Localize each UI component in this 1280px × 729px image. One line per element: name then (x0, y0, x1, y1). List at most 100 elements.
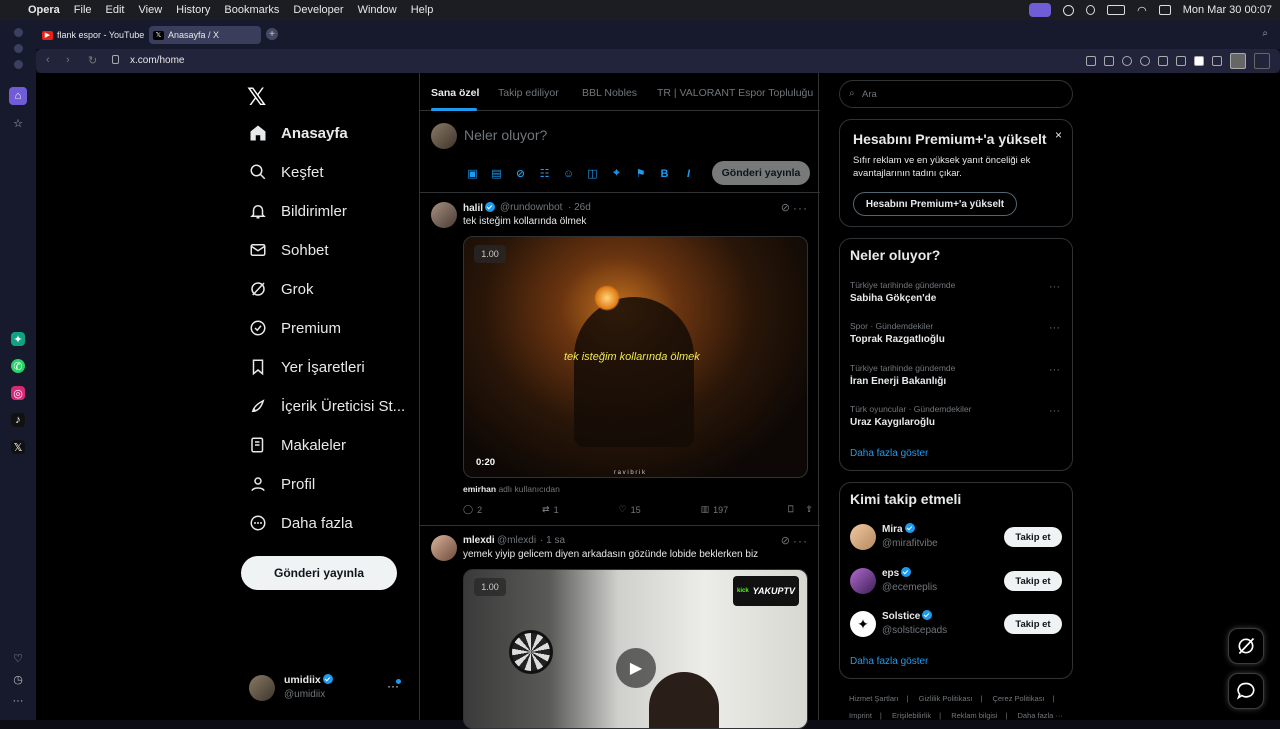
menu-history[interactable]: History (176, 4, 210, 16)
footer-link[interactable]: Erişilebilirlik (892, 711, 931, 720)
nav-grok[interactable]: Grok (249, 274, 314, 304)
tweet-time[interactable]: · 26d (568, 202, 591, 213)
tweet-author[interactable]: halil (463, 203, 483, 214)
user-icon[interactable] (1086, 5, 1096, 15)
instagram-icon[interactable]: ◎ (11, 386, 25, 400)
grok-explain-icon[interactable]: ⊘ (781, 534, 790, 547)
suggestion-name[interactable]: eps (882, 568, 899, 579)
composer-input[interactable]: Neler oluyor? (464, 127, 547, 143)
play-icon[interactable]: ▶ (616, 648, 656, 688)
tweet[interactable]: halil @rundownbot · 26d ⊘ ··· tek isteği… (420, 193, 820, 526)
easy-setup-icon[interactable] (1254, 53, 1270, 69)
extension-icon[interactable] (1194, 56, 1204, 66)
image-icon[interactable]: ▣ (466, 167, 479, 180)
who-to-follow-show-more-link[interactable]: Daha fazla göster (850, 656, 928, 667)
close-icon[interactable]: × (1055, 128, 1062, 142)
schedule-icon[interactable]: ◫ (586, 167, 599, 180)
speed-dial-home-icon[interactable]: ⌂ (9, 87, 27, 105)
tweet-handle[interactable]: @mlexdi (497, 535, 536, 546)
trend-more-icon[interactable]: ··· (1049, 322, 1060, 334)
control-center-icon[interactable] (1158, 5, 1171, 15)
suggestion-name[interactable]: Mira (882, 524, 903, 535)
views-button[interactable]: ▥ 197 (701, 504, 729, 515)
like-button[interactable]: ♡ 15 (619, 504, 641, 515)
footer-link[interactable]: Gizlilik Politikası (919, 694, 973, 703)
gif-icon[interactable]: ▤ (490, 167, 503, 180)
footer-link[interactable]: Çerez Politikası (992, 694, 1044, 703)
nav-profile[interactable]: Profil (249, 469, 315, 499)
battery-icon[interactable] (1107, 5, 1126, 15)
menu-help[interactable]: Help (411, 4, 434, 16)
new-tab-button[interactable]: + (266, 28, 278, 40)
trend-item[interactable]: Uraz Kaygılaroğlu (850, 417, 935, 428)
poll-icon[interactable]: ☷ (538, 167, 551, 180)
tweet-more-icon[interactable]: ··· (793, 201, 808, 215)
tweet-video[interactable]: 1.00 tek isteğim kollarında ölmek 0:20 r… (463, 236, 808, 478)
nav-creator-studio[interactable]: İçerik Üreticisi St... (249, 391, 405, 421)
search-input[interactable]: Ara (862, 89, 877, 100)
tweet-time[interactable]: · 1 sa (540, 535, 565, 546)
tweet-more-icon[interactable]: ··· (793, 534, 808, 548)
post-button[interactable]: Gönderi yayınla (241, 556, 397, 590)
menu-window[interactable]: Window (358, 4, 397, 16)
trend-item[interactable]: Sabiha Gökçen'de (850, 293, 936, 304)
nav-premium[interactable]: Premium (249, 313, 341, 343)
menu-lines-icon[interactable] (1212, 56, 1222, 66)
menu-developer[interactable]: Developer (293, 4, 343, 16)
grok-float-button[interactable] (1228, 628, 1264, 664)
trends-show-more-link[interactable]: Daha fazla göster (850, 448, 928, 459)
follow-button[interactable]: Takip et (1004, 527, 1062, 547)
shield-icon[interactable] (1122, 56, 1132, 66)
tweet[interactable]: mlexdi @mlexdi · 1 sa ⊘ ··· yemek yiyip … (420, 526, 820, 729)
heart-icon[interactable]: ♡ (9, 649, 27, 667)
tagged-user[interactable]: emirhan (463, 484, 496, 494)
menu-edit[interactable]: Edit (106, 4, 125, 16)
x-logo-icon[interactable]: 𝕏 (247, 83, 277, 111)
italic-icon[interactable]: I (682, 167, 695, 180)
trend-item[interactable]: Toprak Razgatlıoğlu (850, 334, 945, 345)
avatar[interactable] (431, 202, 457, 228)
bookmark-star-icon[interactable]: ☆ (9, 114, 27, 132)
nav-articles[interactable]: Makaleler (249, 430, 346, 460)
trend-more-icon[interactable]: ··· (1049, 281, 1060, 293)
avatar[interactable] (850, 568, 876, 594)
tab-youtube[interactable]: ▶ flank espor - YouTube (38, 26, 146, 44)
bookmark-icon[interactable]: ⎕ (788, 504, 793, 515)
grok-explain-icon[interactable]: ⊘ (781, 201, 790, 214)
chatgpt-icon[interactable]: ✦ (11, 332, 25, 346)
footer-link[interactable]: Daha fazla ··· (1018, 711, 1063, 720)
heart-ext-icon[interactable] (1176, 56, 1186, 66)
nav-explore[interactable]: Keşfet (249, 157, 324, 187)
tab-for-you[interactable]: Sana özel (431, 87, 479, 99)
menu-app-name[interactable]: Opera (28, 4, 60, 16)
history-clock-icon[interactable]: ◷ (9, 670, 27, 688)
profile-avatar-icon[interactable] (1230, 53, 1246, 69)
bold-icon[interactable]: B (658, 167, 671, 180)
tweet-author[interactable]: mlexdi (463, 535, 495, 546)
share-icon[interactable]: ⇪ (805, 504, 813, 515)
trend-more-icon[interactable]: ··· (1049, 364, 1060, 376)
nav-more[interactable]: Daha fazla (249, 508, 353, 538)
window-close-dot[interactable] (14, 28, 23, 37)
menu-file[interactable]: File (74, 4, 92, 16)
more-dots-icon[interactable]: ··· (9, 692, 27, 710)
wifi-icon[interactable]: ◠ (1137, 4, 1147, 17)
whatsapp-icon[interactable]: ✆ (11, 359, 25, 373)
forward-icon[interactable]: › (66, 54, 70, 66)
search-tabs-icon[interactable]: ⌕ (1262, 28, 1268, 39)
x-sidebar-icon[interactable]: 𝕏 (11, 440, 25, 454)
tweet-handle[interactable]: @rundownbot (500, 202, 562, 213)
tweet-video[interactable]: 1.00 ▶ kick YAKUPTV (463, 569, 808, 729)
tab-valorant-community[interactable]: TR | VALORANT Espor Topluluğu (657, 87, 813, 99)
avatar[interactable]: ✦ (850, 611, 876, 637)
avatar[interactable] (431, 535, 457, 561)
window-minimize-dot[interactable] (14, 44, 23, 53)
nav-messages[interactable]: Sohbet (249, 235, 329, 265)
follow-suggestion[interactable]: Mira @mirafitvibe Takip et (850, 522, 1062, 554)
menu-view[interactable]: View (139, 4, 163, 16)
location-icon[interactable]: ⌖ (610, 167, 623, 180)
follow-button[interactable]: Takip et (1004, 614, 1062, 634)
play-icon[interactable] (1158, 56, 1168, 66)
search-box[interactable]: ⌕ Ara (839, 80, 1073, 108)
composer-post-button[interactable]: Gönderi yayınla (712, 161, 810, 185)
